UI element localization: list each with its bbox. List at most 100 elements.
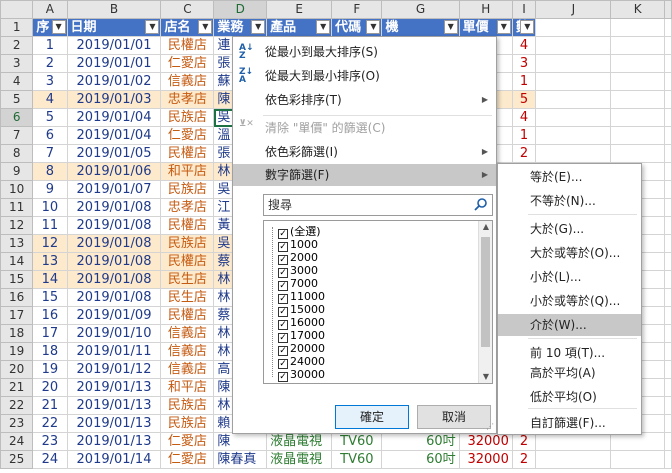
filter-dropdown-icon[interactable]: ▼ (251, 20, 266, 34)
cell-quantity[interactable]: 2 (511, 432, 537, 451)
row-header[interactable]: 11 (0, 198, 34, 217)
resize-grip-icon[interactable]: ⋰ (486, 422, 494, 431)
filter-values-list[interactable]: ✓ (全選) ✓ 1000 ✓ 2000 ✓ 3000 ✓ 7000 ✓ 11000 ✓ 15000 ✓ 16… (263, 220, 493, 384)
filter-value-item[interactable]: ✓ 30000 (278, 368, 325, 382)
filter-search-input[interactable]: 搜尋 (263, 194, 493, 216)
cell-seq[interactable]: 20 (32, 378, 68, 397)
cell-l1[interactable] (664, 18, 672, 37)
cell-empty[interactable] (664, 90, 672, 109)
column-header-D[interactable]: D (213, 0, 268, 19)
cell-seq[interactable]: 1 (32, 36, 68, 55)
cell-date[interactable]: 2019/01/08 (66, 216, 162, 235)
column-header-F[interactable]: F (331, 0, 383, 19)
row-header[interactable]: 6 (0, 108, 34, 127)
cell-seq[interactable]: 11 (32, 216, 68, 235)
cell-date[interactable]: 2019/01/01 (66, 54, 162, 73)
cell-size[interactable]: 60吋 (381, 432, 460, 451)
filter-value-item[interactable]: ✓ (全選) (278, 225, 321, 239)
cell-date[interactable]: 2019/01/13 (66, 414, 162, 433)
row-header[interactable]: 4 (0, 72, 34, 91)
cell-empty[interactable] (535, 108, 612, 127)
cell-store[interactable]: 忠孝店 (160, 90, 215, 109)
cell-empty[interactable] (535, 144, 612, 163)
cell-date[interactable]: 2019/01/08 (66, 234, 162, 253)
cell-empty[interactable] (664, 198, 672, 217)
cancel-button[interactable]: 取消 (417, 405, 491, 429)
row-header[interactable]: 16 (0, 288, 34, 307)
row-header[interactable]: 12 (0, 216, 34, 235)
cell-seq[interactable]: 6 (32, 126, 68, 145)
cell-price[interactable]: 32000 (458, 432, 513, 451)
ok-button[interactable]: 確定 (335, 405, 409, 429)
filter-value-item[interactable]: ✓ 20000 (278, 342, 325, 356)
cell-empty[interactable] (664, 288, 672, 307)
cell-store[interactable]: 民族店 (160, 180, 215, 199)
cell-seq[interactable]: 24 (32, 450, 68, 469)
cell-date[interactable]: 2019/01/08 (66, 198, 162, 217)
filter-dropdown-icon[interactable]: ▼ (51, 20, 66, 34)
cell-empty[interactable] (610, 432, 665, 451)
cell-empty[interactable] (610, 126, 665, 145)
row-header[interactable]: 3 (0, 54, 34, 73)
cell-store[interactable]: 民權店 (160, 36, 215, 55)
filter-value-item[interactable]: ✓ 2000 (278, 251, 318, 265)
submenu-item-0[interactable]: 等於(E)... (498, 166, 641, 188)
cell-store[interactable]: 忠孝店 (160, 198, 215, 217)
sort-by-color-item[interactable]: 依色彩排序(T) ▶ (233, 89, 496, 111)
sort-ascending-item[interactable]: A↓ Z 從最小到最大排序(S) (233, 41, 496, 63)
filter-value-item[interactable]: ✓ 17000 (278, 329, 325, 343)
cell-empty[interactable] (664, 414, 672, 433)
row-header[interactable]: 2 (0, 36, 34, 55)
filter-dropdown-icon[interactable]: ▼ (198, 20, 213, 34)
cell-date[interactable]: 2019/01/12 (66, 360, 162, 379)
cell-store[interactable]: 信義店 (160, 360, 215, 379)
cell-empty[interactable] (535, 450, 612, 469)
row-header[interactable]: 14 (0, 252, 34, 271)
cell-quantity[interactable]: 5 (511, 90, 537, 109)
row-header[interactable]: 19 (0, 342, 34, 361)
number-filters-item[interactable]: 數字篩選(F) ▶ (233, 164, 496, 186)
cell-seq[interactable]: 19 (32, 360, 68, 379)
filter-value-item[interactable]: ✓ 24000 (278, 355, 325, 369)
submenu-item-5[interactable]: 小於或等於(Q)... (498, 290, 641, 312)
cell-salesperson[interactable]: 陳 (213, 432, 268, 451)
filter-dropdown-icon[interactable]: ▼ (145, 20, 160, 34)
cell-seq[interactable]: 23 (32, 432, 68, 451)
filter-dropdown-icon[interactable]: ▼ (496, 20, 511, 34)
cell-quantity[interactable]: 3 (511, 54, 537, 73)
cell-store[interactable]: 民生店 (160, 288, 215, 307)
submenu-item-2[interactable]: 大於(G)... (498, 218, 641, 240)
cell-date[interactable]: 2019/01/04 (66, 108, 162, 127)
list-scrollbar[interactable]: ▲ ▼ (478, 221, 492, 383)
cell-store[interactable]: 仁愛店 (160, 126, 215, 145)
checkbox-checked-icon[interactable]: ✓ (278, 372, 288, 382)
cell-empty[interactable] (535, 432, 612, 451)
column-header-H[interactable]: H (458, 0, 513, 19)
submenu-item-6[interactable]: 介於(W)... (498, 314, 641, 336)
cell-price[interactable]: 32000 (458, 450, 513, 469)
cell-seq[interactable]: 9 (32, 180, 68, 199)
cell-empty[interactable] (664, 108, 672, 127)
number-filters-submenu[interactable]: 等於(E)... 不等於(N)... 大於(G)... 大於或等於(O)... 小於(L… (497, 163, 642, 435)
cell-empty[interactable] (535, 90, 612, 109)
cell-date[interactable]: 2019/01/04 (66, 126, 162, 145)
cell-seq[interactable]: 14 (32, 270, 68, 289)
cell-empty[interactable] (664, 144, 672, 163)
submenu-item-4[interactable]: 小於(L)... (498, 266, 641, 288)
cell-empty[interactable] (664, 72, 672, 91)
cell-seq[interactable]: 18 (32, 342, 68, 361)
cell-empty[interactable] (664, 396, 672, 415)
cell-empty[interactable] (535, 36, 612, 55)
cell-date[interactable]: 2019/01/08 (66, 270, 162, 289)
cell-quantity[interactable]: 1 (511, 72, 537, 91)
cell-store[interactable]: 民族店 (160, 234, 215, 253)
cell-store[interactable]: 信義店 (160, 324, 215, 343)
cell-j1[interactable] (535, 18, 612, 37)
cell-date[interactable]: 2019/01/13 (66, 378, 162, 397)
filter-value-item[interactable]: ✓ 7000 (278, 277, 318, 291)
cell-empty[interactable] (664, 252, 672, 271)
cell-seq[interactable]: 16 (32, 306, 68, 325)
cell-store[interactable]: 民族店 (160, 396, 215, 415)
submenu-item-1[interactable]: 不等於(N)... (498, 190, 641, 212)
cell-empty[interactable] (610, 90, 665, 109)
